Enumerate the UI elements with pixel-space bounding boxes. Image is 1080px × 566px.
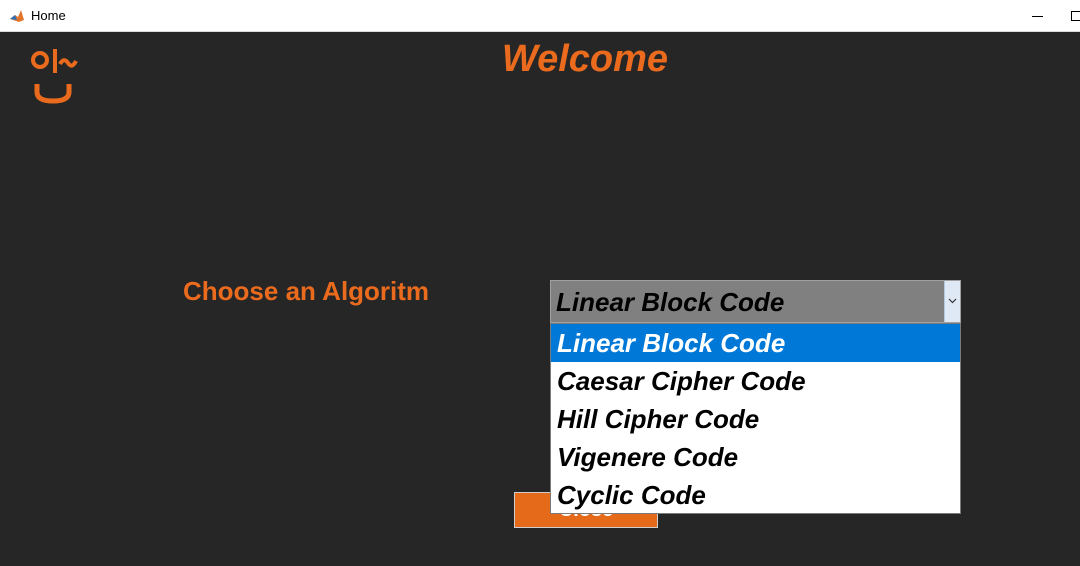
- title-bar: Home: [0, 0, 1080, 32]
- minimize-button[interactable]: [1018, 0, 1058, 32]
- selected-value: Linear Block Code: [556, 287, 785, 317]
- dropdown-arrow[interactable]: [944, 281, 960, 322]
- algorithm-select[interactable]: Linear Block Code: [550, 280, 961, 323]
- chevron-down-icon: [948, 298, 957, 304]
- algorithm-label: Choose an Algoritm: [183, 276, 430, 306]
- option-linear-block-code[interactable]: Linear Block Code: [551, 324, 960, 362]
- matlab-icon: [9, 8, 25, 24]
- window-title: Home: [31, 8, 66, 23]
- maximize-button[interactable]: [1062, 0, 1080, 32]
- algorithm-dropdown-list: Linear Block Code Caesar Cipher Code Hil…: [550, 323, 961, 514]
- page-title: Welcome: [501, 38, 669, 80]
- option-caesar-cipher-code[interactable]: Caesar Cipher Code: [551, 362, 960, 400]
- option-hill-cipher-code[interactable]: Hill Cipher Code: [551, 400, 960, 438]
- option-cyclic-code[interactable]: Cyclic Code: [551, 476, 960, 514]
- option-vigenere-code[interactable]: Vigenere Code: [551, 438, 960, 476]
